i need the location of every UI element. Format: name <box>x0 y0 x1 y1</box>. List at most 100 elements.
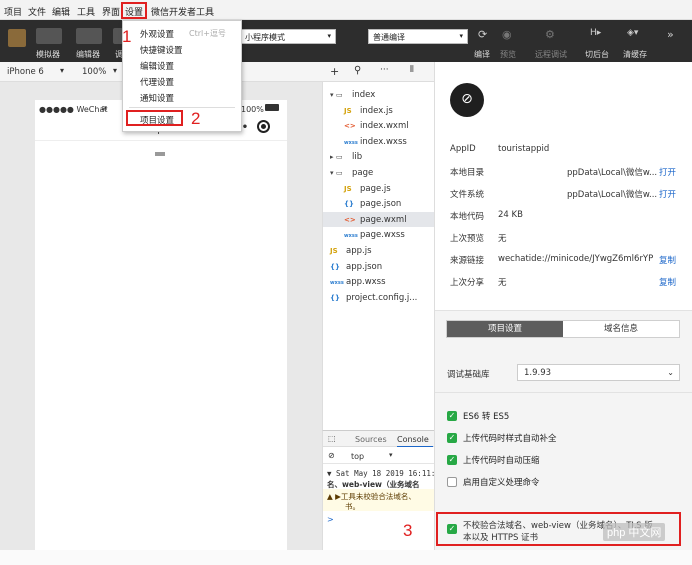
more-dots-icon[interactable]: ··· <box>380 65 389 75</box>
file-type-icon: {} <box>344 200 354 209</box>
editor-toggle-button[interactable] <box>76 28 102 44</box>
tree-item[interactable]: JS app.js <box>330 246 372 256</box>
mode-select[interactable]: 小程序模式 ▾ <box>240 29 336 44</box>
tree-item[interactable]: <> page.wxml <box>344 215 407 225</box>
info-action-link[interactable]: 复制 <box>659 276 676 288</box>
info-action-link[interactable]: 打开 <box>659 166 676 178</box>
menu-bar: 项目 文件 编辑 工具 界面 设置 微信开发者工具 <box>0 0 692 20</box>
tree-item-label: index.wxml <box>360 121 409 132</box>
tree-item-label: app.json <box>346 261 383 272</box>
lib-version-select[interactable]: 1.9.93 ⌄ <box>517 364 680 381</box>
menu-item-shortcuts[interactable]: 快捷键设置 <box>140 44 183 56</box>
console-divider <box>323 463 435 464</box>
tab-domain-info[interactable]: 域名信息 <box>563 321 679 337</box>
simulator-toggle-button[interactable] <box>36 28 62 44</box>
tree-item[interactable]: <> index.wxml <box>344 121 409 131</box>
avatar[interactable] <box>8 29 26 47</box>
tree-item[interactable]: {} project.config.j... <box>330 293 417 303</box>
info-value: touristappid <box>498 144 550 154</box>
shortcut-hint: Ctrl+逗号 <box>189 29 226 38</box>
folder-icon: ▸ ▭ <box>330 153 343 162</box>
compile-select[interactable]: 普通编译 ▾ <box>368 29 468 44</box>
layers-icon[interactable]: ◈▾ <box>627 28 638 38</box>
info-key: AppID <box>450 144 476 154</box>
tree-item-label: page.wxml <box>360 214 407 225</box>
lib-label: 调试基础库 <box>447 370 490 380</box>
console-prompt[interactable]: > <box>327 515 334 524</box>
split-icon[interactable]: ⫴ <box>410 65 414 75</box>
tree-item[interactable]: {} page.json <box>344 199 401 209</box>
folder-icon: ▾ ▭ <box>330 169 343 177</box>
close-circle-icon[interactable] <box>257 120 270 133</box>
option-checkbox[interactable]: ✓ <box>447 433 457 443</box>
menu-wechat-devtools[interactable]: 微信开发者工具 <box>151 5 214 18</box>
link-icon: ⊘ <box>450 83 484 117</box>
menu-item-editor[interactable]: 编辑设置 <box>140 60 174 72</box>
annotation-number-3: 3 <box>403 521 413 540</box>
chevron-down-icon: ⌄ <box>667 368 674 377</box>
option-checkbox[interactable] <box>447 477 457 487</box>
option-checkbox[interactable]: ✓ <box>447 455 457 465</box>
info-key: 上次预览 <box>450 234 485 244</box>
tree-item-label: project.config.j... <box>346 292 418 303</box>
tree-item-label: app.wxss <box>346 277 386 288</box>
tree-item[interactable]: JS page.js <box>344 184 391 194</box>
eye-icon[interactable]: ◉ <box>502 28 512 41</box>
tree-item[interactable]: ▾ ▭ index <box>330 90 375 100</box>
context-select[interactable]: top <box>351 452 364 461</box>
option-label: 启用自定义处理命令 <box>463 478 540 488</box>
tree-item[interactable]: ▸ ▭ lib <box>330 152 362 162</box>
info-value: wechatide://minicode/JYwgZ6ml6rYP <box>498 254 654 264</box>
console-log-line: ▼ Sat May 18 2019 16:11: <box>327 469 436 478</box>
tree-item[interactable]: {} app.json <box>330 262 382 272</box>
navbar-divider <box>35 140 287 141</box>
tab-sources[interactable]: Sources <box>355 435 387 444</box>
option-label: ES6 转 ES5 <box>463 412 510 422</box>
refresh-icon[interactable]: ⟳ <box>478 28 487 41</box>
input-field[interactable] <box>155 152 165 156</box>
simulator-label: 模拟器 <box>36 50 60 59</box>
bottom-strip <box>0 550 692 565</box>
tree-item[interactable]: ▾ ▭ page <box>330 168 373 178</box>
lib-version-value: 1.9.93 <box>524 368 552 378</box>
menu-item-proxy[interactable]: 代理设置 <box>140 76 174 88</box>
tab-console[interactable]: Console <box>397 435 429 444</box>
editor-label: 编辑器 <box>76 50 100 59</box>
remote-debug-label: 远程调试 <box>535 50 567 59</box>
chevron-down-icon: ▾ <box>60 66 65 75</box>
menu-file[interactable]: 文件 <box>28 5 46 18</box>
tab-project-settings[interactable]: 项目设置 <box>447 321 563 337</box>
info-value: 无 <box>498 234 507 244</box>
console-panel: ⬚ Sources Console ⊘ top ▾ ▼ Sat May 18 2… <box>322 430 436 550</box>
menu-tools[interactable]: 工具 <box>77 5 95 18</box>
search-icon[interactable]: ⚲ <box>354 65 361 76</box>
add-icon[interactable]: + <box>330 65 339 78</box>
option-checkbox[interactable]: ✓ <box>447 411 457 421</box>
menu-project[interactable]: 项目 <box>4 5 22 18</box>
tree-item[interactable]: JS index.js <box>344 106 393 116</box>
section-divider <box>435 392 692 393</box>
tree-item[interactable]: wxss app.wxss <box>330 277 386 287</box>
file-tree-toolbar: + ⚲ ··· ⫴ <box>322 62 434 82</box>
phone-screen[interactable]: ●●●●● WeChat ≋ 100% input ••• <box>35 100 287 550</box>
info-action-link[interactable]: 打开 <box>659 188 676 200</box>
tree-item[interactable]: wxss index.wxss <box>344 137 407 147</box>
tree-item[interactable]: wxss page.wxss <box>344 230 405 240</box>
inspect-icon[interactable]: ⬚ <box>328 434 336 443</box>
block-icon[interactable]: ⊘ <box>328 451 335 460</box>
info-key: 本地代码 <box>450 212 485 222</box>
console-warning-line: 书。 <box>345 502 360 511</box>
phone-status-battery: 100% <box>241 105 264 114</box>
option-label: 上传代码时样式自动补全 <box>463 434 557 444</box>
info-action-link[interactable]: 复制 <box>659 254 676 266</box>
device-select[interactable]: iPhone 6 <box>7 67 44 77</box>
info-key: 本地目录 <box>450 168 485 178</box>
remote-debug-icon[interactable]: ⚙ <box>545 28 555 41</box>
background-icon[interactable]: H▸ <box>590 28 601 38</box>
zoom-select[interactable]: 100% <box>82 67 106 77</box>
menu-view[interactable]: 界面 <box>102 5 120 18</box>
menu-edit[interactable]: 编辑 <box>52 5 70 18</box>
menu-item-appearance[interactable]: 外观设置 <box>140 28 174 40</box>
menu-item-notifications[interactable]: 通知设置 <box>140 92 174 104</box>
more-chevrons-icon[interactable]: » <box>667 28 674 41</box>
